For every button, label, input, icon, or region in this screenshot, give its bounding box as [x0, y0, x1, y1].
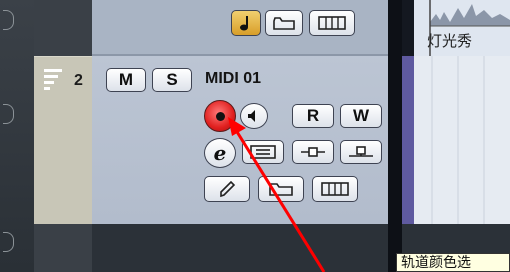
clip-label: 灯光秀 — [427, 32, 473, 50]
record-enable-button[interactable] — [204, 100, 236, 132]
keyboard-button[interactable] — [312, 176, 358, 202]
track-selection-bar — [402, 56, 414, 224]
edit-e-icon: e — [213, 141, 227, 165]
track-divider-top — [402, 0, 414, 56]
read-automation-button[interactable]: R — [292, 104, 334, 128]
note-icon — [240, 16, 248, 31]
midi-track-icon — [44, 69, 62, 90]
record-icon — [215, 111, 225, 121]
keyboard-button-top[interactable] — [309, 10, 355, 36]
solo-button[interactable]: S — [152, 68, 192, 92]
insert-icon — [301, 147, 325, 157]
eq-button[interactable] — [340, 140, 382, 164]
insert-button[interactable] — [292, 140, 334, 164]
folder-button-top[interactable] — [265, 10, 303, 36]
keyboard-icon — [318, 16, 346, 30]
folder-icon — [273, 17, 295, 30]
write-automation-button[interactable]: W — [340, 104, 382, 128]
folder-button[interactable] — [258, 176, 304, 202]
note-button[interactable] — [231, 10, 261, 36]
scroll-glyph — [3, 232, 14, 252]
edit-channel-button[interactable]: e — [204, 138, 236, 168]
scroll-glyph — [3, 10, 14, 30]
track-name[interactable]: MIDI 01 — [205, 70, 261, 88]
track-number: 2 — [74, 72, 83, 89]
draw-button[interactable] — [204, 176, 250, 202]
track-divider — [388, 0, 402, 272]
draw-pencil-icon — [220, 180, 236, 198]
monitor-speaker-icon — [248, 110, 255, 122]
mute-button[interactable]: M — [106, 68, 146, 92]
eq-icon — [349, 146, 373, 157]
left-strip — [0, 0, 34, 272]
folder-icon — [269, 183, 293, 196]
scroll-glyph — [3, 104, 14, 124]
keyboard-icon — [321, 182, 349, 196]
tooltip: 轨道颜色选 — [396, 253, 510, 272]
lanes-icon — [250, 145, 276, 159]
lanes-button[interactable] — [242, 140, 284, 164]
grid-lines — [431, 56, 485, 224]
monitor-button[interactable] — [240, 103, 268, 129]
